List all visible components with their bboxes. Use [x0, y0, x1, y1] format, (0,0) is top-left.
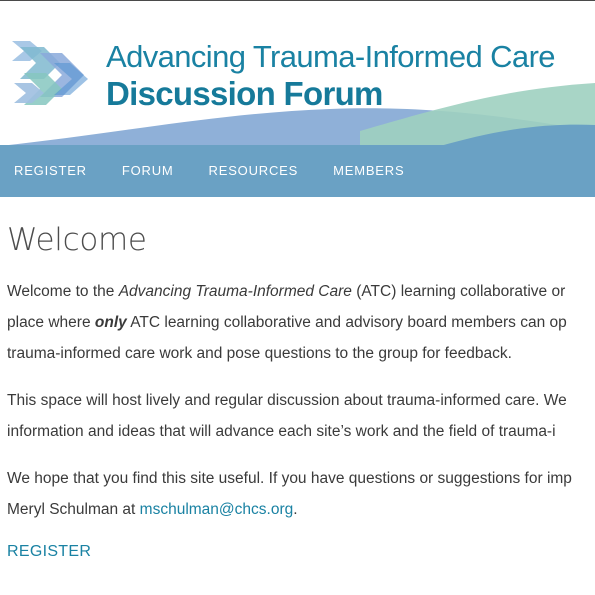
- text-segment: .: [293, 501, 298, 518]
- contact-paragraph-line2: Meryl Schulman at mschulman@chcs.org.: [7, 494, 595, 525]
- nav-item-forum: FORUM: [108, 145, 195, 197]
- discussion-paragraph-line2: information and ideas that will advance …: [7, 423, 556, 440]
- page-title: Welcome: [7, 222, 147, 258]
- contact-email-link[interactable]: mschulman@chcs.org: [140, 501, 294, 518]
- discussion-paragraph: This space will host lively and regular …: [7, 385, 595, 447]
- site-header: Advancing Trauma-Informed Care Discussio…: [0, 1, 595, 146]
- only-emphasis-text: only: [94, 314, 127, 331]
- welcome-paragraph-line3: trauma-informed care work and pose quest…: [7, 345, 512, 362]
- site-title-line1: Advancing Trauma-Informed Care: [106, 39, 556, 74]
- chevron-arrows-logo-icon: [12, 41, 88, 105]
- nav-item-register: REGISTER: [0, 145, 108, 197]
- site-title-line2: Discussion Forum: [106, 75, 383, 112]
- main-navigation: REGISTER FORUM RESOURCES MEMBERS: [0, 145, 595, 197]
- register-link[interactable]: REGISTER: [7, 543, 91, 561]
- only-emphasis: only: [95, 314, 127, 331]
- nav-link-resources[interactable]: RESOURCES: [195, 145, 320, 197]
- welcome-paragraph-line1: Welcome to the Advancing Trauma-Informed…: [7, 276, 595, 307]
- welcome-paragraph-line2: place where only ATC learning collaborat…: [7, 307, 595, 338]
- nav-item-members: MEMBERS: [319, 145, 418, 197]
- nav-item-resources: RESOURCES: [195, 145, 320, 197]
- welcome-paragraph: Welcome to the Advancing Trauma-Informed…: [7, 276, 595, 369]
- text-segment: ATC learning collaborative and advisory …: [126, 314, 567, 331]
- site-title[interactable]: Advancing Trauma-Informed Care Discussio…: [106, 39, 556, 112]
- program-name-emphasis: Advancing Trauma-Informed Care: [118, 283, 352, 300]
- nav-link-register[interactable]: REGISTER: [0, 145, 108, 197]
- nav-list: REGISTER FORUM RESOURCES MEMBERS: [0, 145, 595, 197]
- contact-paragraph: We hope that you find this site useful. …: [7, 463, 595, 525]
- contact-paragraph-line1: We hope that you find this site useful. …: [7, 470, 572, 487]
- main-content: Welcome Welcome to the Advancing Trauma-…: [7, 197, 595, 561]
- text-segment: Welcome to the: [7, 283, 119, 300]
- text-segment: place where: [7, 314, 95, 331]
- nav-link-forum[interactable]: FORUM: [108, 145, 195, 197]
- text-segment: Meryl Schulman at: [7, 501, 140, 518]
- nav-link-members[interactable]: MEMBERS: [319, 145, 418, 197]
- text-segment: (ATC) learning collaborative or: [351, 283, 566, 300]
- discussion-paragraph-line1: This space will host lively and regular …: [7, 392, 567, 409]
